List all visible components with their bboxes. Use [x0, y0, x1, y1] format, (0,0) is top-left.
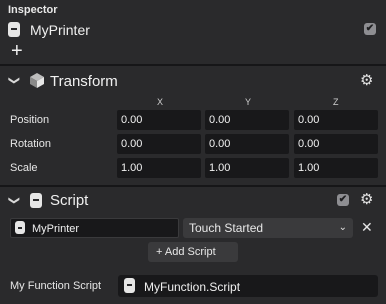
rotation-y-field[interactable]: 0.00: [205, 134, 289, 154]
position-z-field[interactable]: 0.00: [294, 110, 378, 130]
divider: [0, 64, 386, 66]
position-y-field[interactable]: 0.00: [205, 110, 289, 130]
script-document-icon: [30, 193, 42, 208]
script-document-icon: [15, 221, 25, 234]
gear-icon[interactable]: ⚙: [360, 73, 373, 88]
script-header[interactable]: ❯ Script ✔ ⚙: [0, 189, 386, 213]
chevron-down-icon: ⌄: [338, 222, 347, 233]
function-script-label: My Function Script: [10, 280, 102, 292]
scale-y-field[interactable]: 1.00: [205, 158, 289, 178]
script-name-text: MyPrinter: [32, 223, 80, 235]
axis-label-z: Z: [333, 97, 339, 107]
scale-label: Scale: [10, 162, 38, 174]
script-document-icon: [124, 278, 135, 293]
close-icon[interactable]: ✕: [361, 219, 373, 236]
transform-title: Transform: [50, 73, 118, 90]
cube-icon: [29, 72, 45, 94]
scale-z-field[interactable]: 1.00: [294, 158, 378, 178]
position-label: Position: [10, 114, 50, 126]
script-title: Script: [50, 192, 89, 209]
function-script-value: MyFunction.Script: [144, 280, 241, 294]
function-script-field[interactable]: MyFunction.Script: [118, 275, 378, 297]
rotation-z-field[interactable]: 0.00: [294, 134, 378, 154]
position-x-field[interactable]: 0.00: [117, 110, 201, 130]
script-name-field[interactable]: MyPrinter: [10, 218, 179, 238]
scale-x-field[interactable]: 1.00: [117, 158, 201, 178]
scene-object-icon: [8, 22, 20, 37]
inspector-panel: Inspector MyPrinter ✔ + ❯ Transform ⚙ X …: [0, 0, 386, 304]
inspector-title: Inspector: [8, 4, 58, 16]
axis-label-x: X: [157, 97, 164, 107]
divider: [0, 185, 386, 187]
object-row: MyPrinter ✔: [8, 20, 378, 40]
gear-icon[interactable]: ⚙: [360, 192, 373, 207]
object-name[interactable]: MyPrinter: [30, 22, 90, 38]
add-component-button[interactable]: +: [11, 41, 23, 61]
event-type-value: Touch Started: [189, 221, 264, 235]
rotation-label: Rotation: [10, 138, 51, 150]
rotation-x-field[interactable]: 0.00: [117, 134, 201, 154]
axis-label-y: Y: [245, 97, 252, 107]
add-script-button[interactable]: + Add Script: [148, 242, 238, 262]
transform-header[interactable]: ❯ Transform ⚙: [0, 69, 386, 93]
script-enabled-checkbox[interactable]: ✔: [337, 194, 349, 206]
event-type-dropdown[interactable]: Touch Started ⌄: [183, 218, 353, 238]
chevron-down-icon[interactable]: ❯: [8, 196, 21, 205]
object-enabled-checkbox[interactable]: ✔: [364, 23, 376, 35]
chevron-down-icon[interactable]: ❯: [8, 76, 21, 85]
